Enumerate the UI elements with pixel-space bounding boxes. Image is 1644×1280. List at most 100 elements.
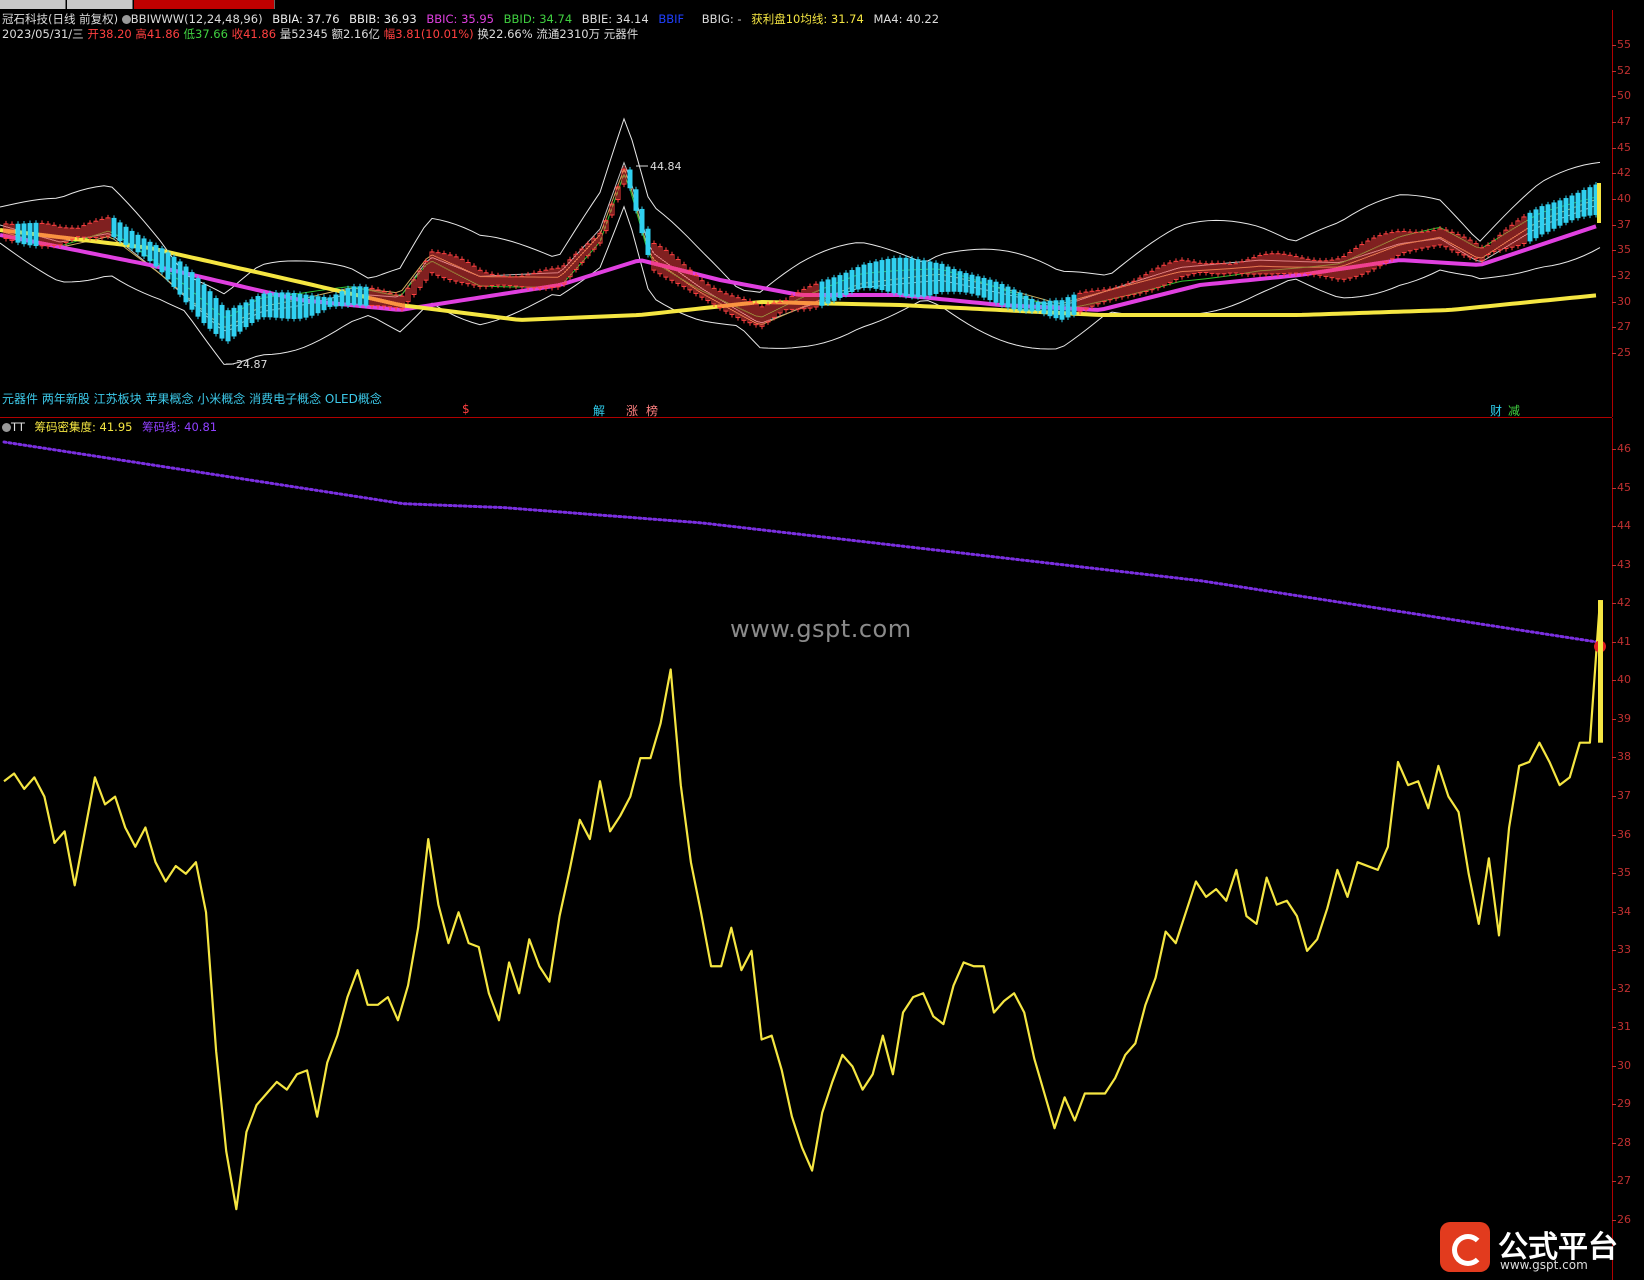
indicator-name: BBIWWW(12,24,48,96) — [130, 12, 263, 26]
candle — [165, 252, 171, 280]
profit-value: 获利盘10均线: 31.74 — [751, 12, 864, 26]
scale-tick: 47 — [1612, 115, 1631, 128]
candle — [189, 272, 195, 310]
candle — [909, 258, 915, 297]
scale-tick: 38 — [1612, 750, 1631, 764]
candle — [303, 294, 309, 318]
density-value: 筹码密集度: 41.95 — [34, 420, 133, 434]
candle — [849, 270, 855, 293]
scale-tick: 35 — [1612, 243, 1631, 257]
density-series — [3, 599, 1602, 1211]
sub-settings-icon[interactable] — [2, 423, 11, 432]
tab-board-linkage[interactable] — [0, 0, 66, 9]
candle — [1059, 300, 1065, 320]
event-flag-cai[interactable]: 财 — [1490, 402, 1502, 419]
settings-icon[interactable] — [121, 15, 131, 24]
candle — [27, 223, 33, 246]
candle — [195, 278, 201, 317]
candle — [351, 286, 357, 306]
scale-tick: 35 — [1612, 866, 1631, 880]
candle — [321, 296, 327, 311]
tab-jinsan[interactable] — [67, 0, 133, 9]
event-flag-dollar[interactable]: $ — [462, 402, 470, 416]
scale-tick: 46 — [1612, 442, 1631, 455]
candle — [201, 284, 207, 324]
candle — [981, 277, 987, 298]
main-chart-pane[interactable]: 44.84 24.87 冠石科技(日线 前复权) BBIWWW(12,24,48,… — [0, 10, 1612, 418]
candle — [1071, 294, 1077, 315]
event-flag-jian[interactable]: 减 — [1508, 402, 1520, 419]
candle — [285, 292, 291, 319]
candle — [1545, 204, 1551, 232]
candle — [861, 264, 867, 288]
candle — [1011, 289, 1017, 310]
candle — [273, 292, 279, 318]
candle — [945, 266, 951, 292]
candle — [297, 293, 303, 319]
candle — [1029, 298, 1035, 312]
candle — [159, 248, 165, 273]
amount: 额2.16亿 — [331, 27, 381, 41]
peak-label: 44.84 — [650, 160, 682, 173]
candle — [363, 286, 369, 306]
scale-tick: 42 — [1612, 596, 1631, 610]
scale-tick: 27 — [1612, 320, 1631, 334]
candle — [291, 293, 297, 319]
event-flag-jie[interactable]: 解 — [593, 402, 605, 419]
candle — [885, 258, 891, 292]
candle — [1005, 286, 1011, 308]
bbib-value: BBIB: 36.93 — [349, 12, 417, 26]
scale-tick: 32 — [1612, 981, 1631, 995]
candle — [1533, 209, 1539, 239]
chip-line-value: 筹码线: 40.81 — [142, 420, 218, 434]
candle — [993, 281, 999, 303]
event-flag-bang[interactable]: 榜 — [646, 402, 658, 419]
watermark: www.gspt.com — [730, 615, 912, 643]
candle — [243, 302, 249, 328]
candle — [1569, 195, 1575, 221]
brand-icon — [1440, 1222, 1490, 1272]
bbia-value: BBIA: 37.76 — [272, 12, 340, 26]
close: 收41.86 — [231, 27, 277, 41]
chip-line-series — [2, 440, 1602, 644]
candle — [15, 223, 21, 243]
candle — [111, 217, 117, 238]
scale-tick: 32 — [1612, 269, 1631, 282]
event-flag-zhang[interactable]: 涨 — [626, 402, 638, 419]
candle — [267, 292, 273, 318]
density-chart[interactable] — [0, 418, 1612, 1280]
bbif-value: BBIF — [658, 12, 685, 26]
candle — [237, 305, 243, 332]
candle — [897, 257, 903, 295]
bbid-value: BBID: 34.74 — [503, 12, 573, 26]
candle — [147, 241, 153, 262]
price-scale: 55 52 50 47 45 42 40 37 35 32 30 27 25 — [1612, 10, 1644, 417]
candle — [1551, 202, 1557, 229]
candle — [153, 245, 159, 267]
candle — [171, 256, 177, 287]
candle — [33, 222, 39, 247]
scale-tick: 29 — [1612, 1097, 1631, 1111]
scale-tick: 30 — [1612, 294, 1631, 308]
candle — [843, 272, 849, 295]
candle — [933, 262, 939, 294]
scale-tick: 28 — [1612, 1135, 1631, 1149]
price-chart[interactable]: 44.84 24.87 — [0, 10, 1612, 417]
scale-tick: 30 — [1612, 1058, 1631, 1072]
candle — [891, 258, 897, 294]
candle — [855, 267, 861, 290]
scale-tick: 50 — [1612, 89, 1631, 103]
tab-active[interactable] — [134, 0, 275, 9]
scale-tick: 55 — [1612, 38, 1631, 51]
candle — [921, 260, 927, 297]
candle — [261, 293, 267, 318]
scale-tick: 25 — [1612, 346, 1631, 359]
scale-tick: 33 — [1612, 943, 1631, 957]
concept-tags[interactable]: 元器件 两年新股 江苏板块 苹果概念 小米概念 消费电子概念 OLED概念 — [2, 390, 382, 407]
indicator-pane[interactable]: TT 筹码密集度: 41.95 筹码线: 40.81 www.gspt.com — [0, 418, 1612, 1280]
signal-bar — [1598, 600, 1603, 743]
candle — [1581, 189, 1587, 217]
candle — [1047, 300, 1053, 317]
candle — [309, 295, 315, 316]
candle — [123, 226, 129, 245]
